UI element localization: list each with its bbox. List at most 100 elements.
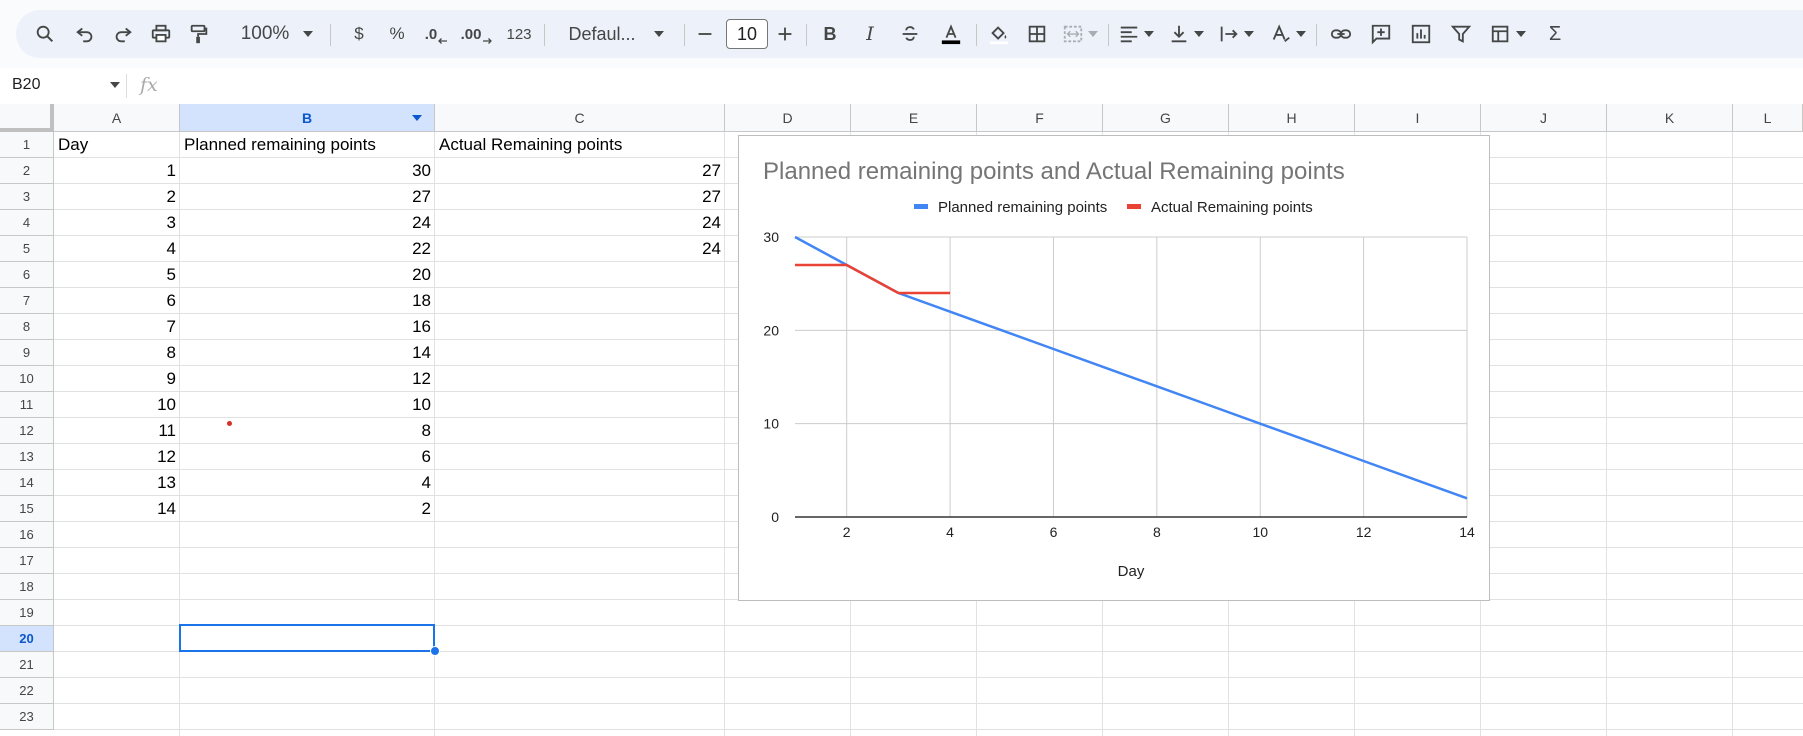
column-header-j[interactable]: J xyxy=(1481,104,1607,132)
actual-cell[interactable]: 24 xyxy=(435,236,721,262)
row-header-21[interactable]: 21 xyxy=(0,652,54,678)
actual-cell[interactable]: 27 xyxy=(435,184,721,210)
paint-format-icon[interactable] xyxy=(186,10,212,58)
fill-color-icon[interactable] xyxy=(982,10,1016,58)
print-icon[interactable] xyxy=(148,10,174,58)
line-chart[interactable]: Planned remaining points and Actual Rema… xyxy=(738,135,1490,601)
row-header-3[interactable]: 3 xyxy=(0,184,54,210)
column-header-a[interactable]: A xyxy=(54,104,180,132)
decrease-decimal-button[interactable]: .0 xyxy=(422,10,452,58)
row-header-14[interactable]: 14 xyxy=(0,470,54,496)
row-header-12[interactable]: 12 xyxy=(0,418,54,444)
column-header-b[interactable]: B xyxy=(180,104,435,132)
day-cell[interactable]: 8 xyxy=(54,340,176,366)
borders-icon[interactable] xyxy=(1022,10,1052,58)
day-cell[interactable]: 1 xyxy=(54,158,176,184)
day-cell[interactable]: 7 xyxy=(54,314,176,340)
planned-cell[interactable]: 2 xyxy=(180,496,431,522)
filter-views-icon[interactable] xyxy=(1484,10,1532,58)
insert-comment-icon[interactable] xyxy=(1366,10,1396,58)
strikethrough-icon[interactable] xyxy=(894,10,926,58)
merge-cells-icon[interactable] xyxy=(1058,10,1102,58)
fill-handle[interactable] xyxy=(430,646,440,656)
zoom-select[interactable]: 100% xyxy=(234,10,320,58)
planned-cell[interactable]: 22 xyxy=(180,236,431,262)
planned-cell[interactable]: 12 xyxy=(180,366,431,392)
row-header-19[interactable]: 19 xyxy=(0,600,54,626)
row-header-8[interactable]: 8 xyxy=(0,314,54,340)
row-header-15[interactable]: 15 xyxy=(0,496,54,522)
text-color-icon[interactable] xyxy=(934,10,968,58)
column-header-i[interactable]: I xyxy=(1355,104,1481,132)
column-header-g[interactable]: G xyxy=(1103,104,1229,132)
increase-decimal-button[interactable]: .00 xyxy=(460,10,494,58)
day-cell[interactable]: 14 xyxy=(54,496,176,522)
percent-format-button[interactable]: % xyxy=(384,10,410,58)
day-cell[interactable]: 13 xyxy=(54,470,176,496)
row-header-7[interactable]: 7 xyxy=(0,288,54,314)
column-header-e[interactable]: E xyxy=(851,104,977,132)
functions-button[interactable]: Σ xyxy=(1540,10,1570,58)
font-size-input[interactable]: 10 xyxy=(726,19,768,49)
day-cell[interactable]: 6 xyxy=(54,288,176,314)
column-header-k[interactable]: K xyxy=(1607,104,1733,132)
planned-cell[interactable]: 16 xyxy=(180,314,431,340)
planned-cell[interactable]: 8 xyxy=(180,418,431,444)
planned-cell[interactable]: 6 xyxy=(180,444,431,470)
actual-cell[interactable]: 27 xyxy=(435,158,721,184)
select-all-corner[interactable] xyxy=(0,104,54,132)
insert-chart-icon[interactable] xyxy=(1406,10,1436,58)
row-header-11[interactable]: 11 xyxy=(0,392,54,418)
planned-cell[interactable]: 14 xyxy=(180,340,431,366)
actual-cell[interactable]: 24 xyxy=(435,210,721,236)
row-header-18[interactable]: 18 xyxy=(0,574,54,600)
text-wrapping-icon[interactable] xyxy=(1214,10,1258,58)
day-cell[interactable]: 9 xyxy=(54,366,176,392)
row-header-5[interactable]: 5 xyxy=(0,236,54,262)
search-menus-icon[interactable] xyxy=(32,10,58,58)
column-header-f[interactable]: F xyxy=(977,104,1103,132)
day-cell[interactable]: 11 xyxy=(54,418,176,444)
row-header-9[interactable]: 9 xyxy=(0,340,54,366)
day-cell[interactable]: 12 xyxy=(54,444,176,470)
header-cell[interactable]: Planned remaining points xyxy=(184,132,376,158)
row-header-2[interactable]: 2 xyxy=(0,158,54,184)
name-box[interactable]: B20 xyxy=(12,76,40,94)
column-header-d[interactable]: D xyxy=(725,104,851,132)
font-select[interactable]: Defaul... xyxy=(556,10,676,58)
bold-button[interactable]: B xyxy=(814,10,846,58)
row-header-4[interactable]: 4 xyxy=(0,210,54,236)
decrease-font-size-button[interactable] xyxy=(692,10,718,58)
insert-link-icon[interactable] xyxy=(1326,10,1356,58)
text-rotation-icon[interactable] xyxy=(1266,10,1310,58)
row-header-22[interactable]: 22 xyxy=(0,678,54,704)
planned-cell[interactable]: 10 xyxy=(180,392,431,418)
day-cell[interactable]: 3 xyxy=(54,210,176,236)
row-header-6[interactable]: 6 xyxy=(0,262,54,288)
day-cell[interactable]: 2 xyxy=(54,184,176,210)
row-header-17[interactable]: 17 xyxy=(0,548,54,574)
planned-cell[interactable]: 27 xyxy=(180,184,431,210)
row-header-20[interactable]: 20 xyxy=(0,626,54,652)
row-header-16[interactable]: 16 xyxy=(0,522,54,548)
planned-cell[interactable]: 24 xyxy=(180,210,431,236)
column-header-h[interactable]: H xyxy=(1229,104,1355,132)
vertical-align-icon[interactable] xyxy=(1164,10,1208,58)
filter-icon[interactable] xyxy=(1446,10,1476,58)
header-cell[interactable]: Actual Remaining points xyxy=(439,132,622,158)
chevron-down-icon[interactable] xyxy=(110,82,120,88)
horizontal-align-icon[interactable] xyxy=(1114,10,1158,58)
planned-cell[interactable]: 4 xyxy=(180,470,431,496)
row-header-13[interactable]: 13 xyxy=(0,444,54,470)
undo-icon[interactable] xyxy=(72,10,98,58)
row-header-10[interactable]: 10 xyxy=(0,366,54,392)
column-header-l[interactable]: L xyxy=(1733,104,1803,132)
day-cell[interactable]: 10 xyxy=(54,392,176,418)
currency-format-button[interactable]: $ xyxy=(346,10,372,58)
planned-cell[interactable]: 18 xyxy=(180,288,431,314)
header-cell[interactable]: Day xyxy=(58,132,88,158)
day-cell[interactable]: 4 xyxy=(54,236,176,262)
increase-font-size-button[interactable] xyxy=(772,10,798,58)
column-header-c[interactable]: C xyxy=(435,104,725,132)
day-cell[interactable]: 5 xyxy=(54,262,176,288)
